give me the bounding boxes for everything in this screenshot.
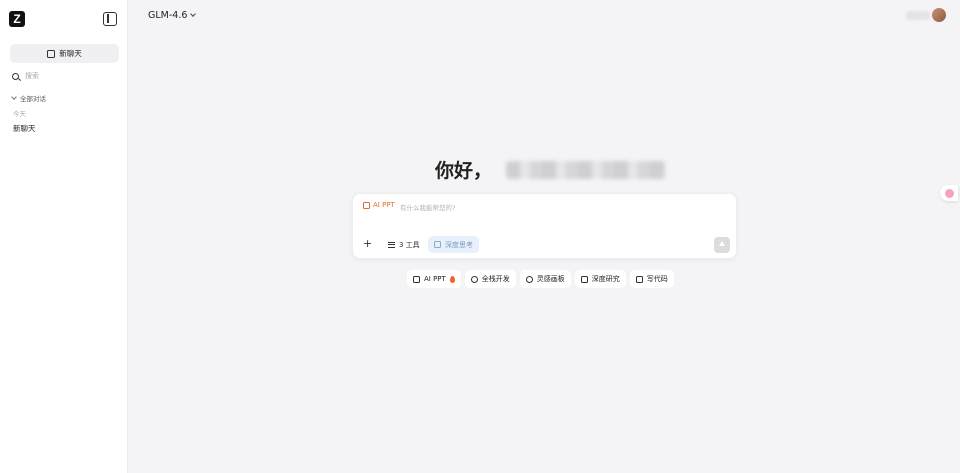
avatar[interactable] <box>932 8 946 22</box>
chat-input[interactable]: 有什么我能帮您的? <box>400 202 455 212</box>
quick-action-label: AI PPT <box>424 275 446 283</box>
greeting-name-blurred <box>506 160 667 179</box>
quick-action-label: 写代码 <box>646 275 668 283</box>
greeting: 你好， <box>435 156 667 183</box>
search-placeholder: 搜索 <box>25 72 39 80</box>
quick-action-ai-ppt[interactable]: AI PPT <box>407 270 461 288</box>
greeting-text: 你好， <box>435 160 493 182</box>
new-chat-label: 新聊天 <box>59 49 82 58</box>
chevron-down-icon <box>11 94 17 100</box>
edit-icon <box>47 49 56 58</box>
puzzle-icon <box>470 275 478 283</box>
deep-think-icon <box>434 241 441 248</box>
floating-assistant-button[interactable] <box>940 185 958 201</box>
quick-action-fullstack[interactable]: 全栈开发 <box>464 270 516 288</box>
quick-action-label: 深度研究 <box>591 275 620 283</box>
tools-button[interactable]: 3 工具 <box>383 236 425 253</box>
sparkle-icon <box>525 275 533 283</box>
chat-input-card: AI PPT 有什么我能帮您的? + 3 工具 深度思考 <box>352 193 737 259</box>
research-icon <box>580 275 588 283</box>
history-item[interactable]: 新聊天 <box>13 123 36 134</box>
quick-action-label: 灵感画板 <box>536 275 565 283</box>
model-name: GLM-4.6 <box>148 10 188 21</box>
username-blurred <box>906 10 930 20</box>
quick-actions: AI PPT 全栈开发 灵感画板 深度研究 写代码 <box>407 270 674 288</box>
filter-label: 全部对话 <box>20 95 46 103</box>
quick-action-code[interactable]: 写代码 <box>629 270 674 288</box>
model-selector[interactable]: GLM-4.6 <box>148 10 197 21</box>
fire-icon <box>449 275 455 283</box>
quick-action-label: 全栈开发 <box>481 275 510 283</box>
user-menu[interactable] <box>906 8 946 22</box>
assistant-icon <box>944 188 954 198</box>
new-chat-button[interactable]: 新聊天 <box>10 44 119 63</box>
add-attachment-button[interactable]: + <box>363 237 372 251</box>
conversation-filter[interactable]: 全部对话 <box>11 93 46 103</box>
image-code-icon <box>635 275 643 283</box>
quick-action-research[interactable]: 深度研究 <box>574 270 626 288</box>
z-logo-icon[interactable]: Z <box>9 11 25 27</box>
deep-think-toggle[interactable]: 深度思考 <box>428 236 479 253</box>
sidebar: Z 新聊天 搜索 全部对话 今天 新聊天 <box>0 0 128 473</box>
ai-ppt-tag-label: AI PPT <box>373 201 395 209</box>
ai-ppt-tag[interactable]: AI PPT <box>363 201 395 209</box>
section-label-today: 今天 <box>13 110 26 118</box>
search-icon <box>12 72 19 80</box>
collapse-sidebar-icon[interactable] <box>103 12 117 26</box>
deep-think-label: 深度思考 <box>445 240 473 249</box>
quick-action-inspiration[interactable]: 灵感画板 <box>519 270 571 288</box>
list-icon <box>388 241 395 248</box>
search-input[interactable]: 搜索 <box>12 71 39 81</box>
send-button[interactable] <box>714 237 730 253</box>
tools-label: 3 工具 <box>399 240 420 249</box>
presentation-icon <box>413 275 420 283</box>
chevron-down-icon <box>190 11 197 17</box>
presentation-icon <box>363 201 370 209</box>
